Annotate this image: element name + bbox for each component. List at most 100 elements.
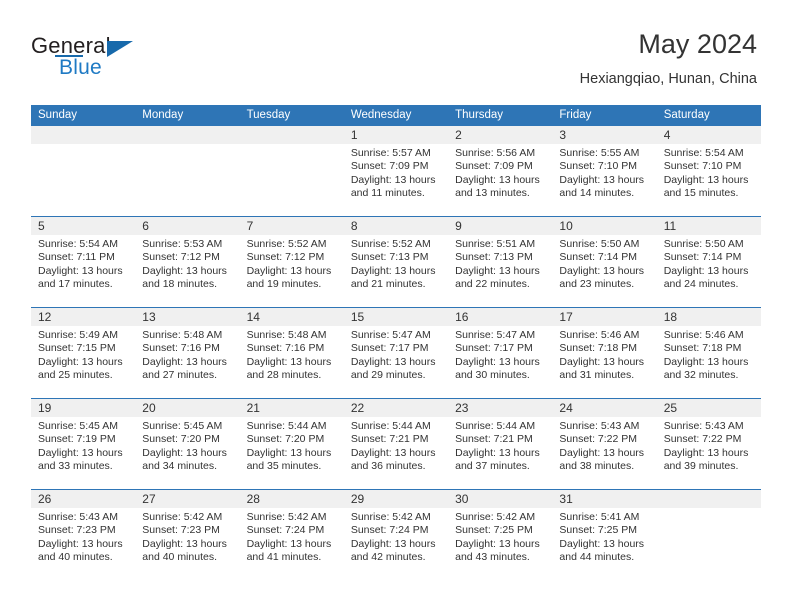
day-cell[interactable]: Sunrise: 5:54 AM Sunset: 7:11 PM Daylight:… [31,235,135,307]
day-number[interactable]: 6 [135,217,239,235]
day-cell[interactable]: Sunrise: 5:45 AM Sunset: 7:20 PM Daylight:… [135,417,239,489]
day-info-line: Daylight: 13 hours [559,537,645,550]
day-number[interactable]: 10 [552,217,656,235]
day-cell-empty [31,144,135,216]
day-cell[interactable]: Sunrise: 5:47 AM Sunset: 7:17 PM Daylight:… [344,326,448,398]
day-cell[interactable]: Sunrise: 5:56 AM Sunset: 7:09 PM Daylight:… [448,144,552,216]
day-number[interactable]: 12 [31,308,135,326]
calendar-week-row: 5 6 7 8 9 10 11 Sunrise: 5:54 AM Sunset: 7:11 PM… [31,216,761,307]
day-info-line: Sunrise: 5:41 AM [559,511,640,523]
day-cell[interactable]: Sunrise: 5:44 AM Sunset: 7:21 PM Daylight:… [448,417,552,489]
day-info-line: Daylight: 13 hours [350,537,436,550]
day-info-line: Daylight: 13 hours [559,173,645,186]
day-cell[interactable]: Sunrise: 5:43 AM Sunset: 7:22 PM Daylight:… [552,417,656,489]
brand-logo[interactable]: General Blue [31,34,211,90]
day-cell[interactable]: Sunrise: 5:53 AM Sunset: 7:12 PM Daylight:… [135,235,239,307]
day-number[interactable]: 11 [657,217,761,235]
day-cell[interactable]: Sunrise: 5:51 AM Sunset: 7:13 PM Daylight:… [448,235,552,307]
day-cell[interactable]: Sunrise: 5:46 AM Sunset: 7:18 PM Daylight:… [657,326,761,398]
day-cell[interactable]: Sunrise: 5:44 AM Sunset: 7:21 PM Daylight:… [344,417,448,489]
day-info-line: Daylight: 13 hours [559,446,645,459]
day-info-line: and 13 minutes. [455,187,530,200]
day-info-line: Sunset: 7:22 PM [559,433,638,446]
day-cell[interactable]: Sunrise: 5:45 AM Sunset: 7:19 PM Daylight:… [31,417,135,489]
day-cell[interactable]: Sunrise: 5:49 AM Sunset: 7:15 PM Daylight:… [31,326,135,398]
day-cell[interactable]: Sunrise: 5:52 AM Sunset: 7:12 PM Daylight:… [240,235,344,307]
day-number[interactable]: 25 [657,399,761,417]
day-number[interactable]: 27 [135,490,239,508]
day-number[interactable]: 22 [344,399,448,417]
day-info-line: and 37 minutes. [455,460,530,473]
day-info-line: Daylight: 13 hours [663,264,749,277]
day-detail-band: Sunrise: 5:45 AM Sunset: 7:19 PM Daylight:… [31,417,761,489]
day-number[interactable]: 14 [240,308,344,326]
day-info-line: Sunrise: 5:48 AM [142,329,223,341]
day-cell[interactable]: Sunrise: 5:43 AM Sunset: 7:22 PM Daylight:… [657,417,761,489]
day-info-line: Sunrise: 5:42 AM [350,511,431,523]
day-info-line: Daylight: 13 hours [663,173,749,186]
day-number[interactable]: 8 [344,217,448,235]
day-info-line: Sunrise: 5:45 AM [38,420,118,432]
day-info-line: Sunset: 7:13 PM [350,251,429,264]
day-info-line: Sunrise: 5:50 AM [663,238,744,250]
day-number[interactable]: 20 [135,399,239,417]
day-info-line: Sunset: 7:20 PM [142,433,220,446]
day-info-line: Daylight: 13 hours [663,446,749,459]
day-number[interactable]: 9 [448,217,552,235]
day-number-empty [135,126,239,144]
day-number[interactable]: 21 [240,399,344,417]
day-info-line: Daylight: 13 hours [246,537,332,550]
day-info-line: and 44 minutes. [559,551,635,564]
day-cell[interactable]: Sunrise: 5:48 AM Sunset: 7:16 PM Daylight:… [135,326,239,398]
day-info-line: Sunrise: 5:51 AM [455,238,536,250]
day-cell[interactable]: Sunrise: 5:54 AM Sunset: 7:10 PM Daylight:… [657,144,761,216]
day-cell[interactable]: Sunrise: 5:50 AM Sunset: 7:14 PM Daylight:… [657,235,761,307]
day-number-band: 19 20 21 22 23 24 25 [31,399,761,417]
day-number[interactable]: 16 [448,308,552,326]
day-info-line: and 33 minutes. [38,460,113,473]
day-number[interactable]: 1 [344,126,448,144]
day-cell[interactable]: Sunrise: 5:42 AM Sunset: 7:24 PM Daylight:… [344,508,448,580]
day-info-line: and 32 minutes. [663,369,739,382]
day-number[interactable]: 26 [31,490,135,508]
day-number[interactable]: 28 [240,490,344,508]
day-cell[interactable]: Sunrise: 5:46 AM Sunset: 7:18 PM Daylight:… [552,326,656,398]
day-info-line: Daylight: 13 hours [142,537,227,550]
day-number[interactable]: 18 [657,308,761,326]
day-cell[interactable]: Sunrise: 5:44 AM Sunset: 7:20 PM Daylight:… [240,417,344,489]
calendar-weeks: 1 2 3 4 Sunrise: 5:57 AM Sunset: 7:09 PM Dayli… [31,126,761,580]
day-number[interactable]: 31 [552,490,656,508]
day-cell[interactable]: Sunrise: 5:55 AM Sunset: 7:10 PM Daylight:… [552,144,656,216]
day-number[interactable]: 23 [448,399,552,417]
day-info-line: and 14 minutes. [559,187,635,200]
day-cell[interactable]: Sunrise: 5:50 AM Sunset: 7:14 PM Daylight:… [552,235,656,307]
day-info-line: and 25 minutes. [38,369,113,382]
day-number[interactable]: 3 [552,126,656,144]
day-cell[interactable]: Sunrise: 5:57 AM Sunset: 7:09 PM Daylight:… [344,144,448,216]
day-cell[interactable]: Sunrise: 5:48 AM Sunset: 7:16 PM Daylight:… [240,326,344,398]
day-number[interactable]: 19 [31,399,135,417]
day-info-line: Sunset: 7:23 PM [38,524,116,537]
day-cell[interactable]: Sunrise: 5:41 AM Sunset: 7:25 PM Daylight:… [552,508,656,580]
day-cell[interactable]: Sunrise: 5:42 AM Sunset: 7:24 PM Daylight:… [240,508,344,580]
day-info-line: Daylight: 13 hours [350,446,436,459]
day-number[interactable]: 13 [135,308,239,326]
day-number[interactable]: 30 [448,490,552,508]
day-cell[interactable]: Sunrise: 5:43 AM Sunset: 7:23 PM Daylight:… [31,508,135,580]
day-number[interactable]: 17 [552,308,656,326]
day-number-band: 1234 [31,126,761,144]
day-detail-band: Sunrise: 5:57 AM Sunset: 7:09 PM Daylight:… [31,144,761,216]
day-cell[interactable]: Sunrise: 5:47 AM Sunset: 7:17 PM Daylight:… [448,326,552,398]
day-info-line: Sunrise: 5:42 AM [455,511,536,523]
day-cell[interactable]: Sunrise: 5:42 AM Sunset: 7:23 PM Daylight:… [135,508,239,580]
day-cell[interactable]: Sunrise: 5:52 AM Sunset: 7:13 PM Daylight:… [344,235,448,307]
day-number[interactable]: 4 [657,126,761,144]
day-number[interactable]: 5 [31,217,135,235]
day-number[interactable]: 15 [344,308,448,326]
day-number[interactable]: 7 [240,217,344,235]
day-cell[interactable]: Sunrise: 5:42 AM Sunset: 7:25 PM Daylight:… [448,508,552,580]
day-number[interactable]: 2 [448,126,552,144]
day-info-line: Sunrise: 5:50 AM [559,238,640,250]
day-number[interactable]: 29 [344,490,448,508]
day-number[interactable]: 24 [552,399,656,417]
